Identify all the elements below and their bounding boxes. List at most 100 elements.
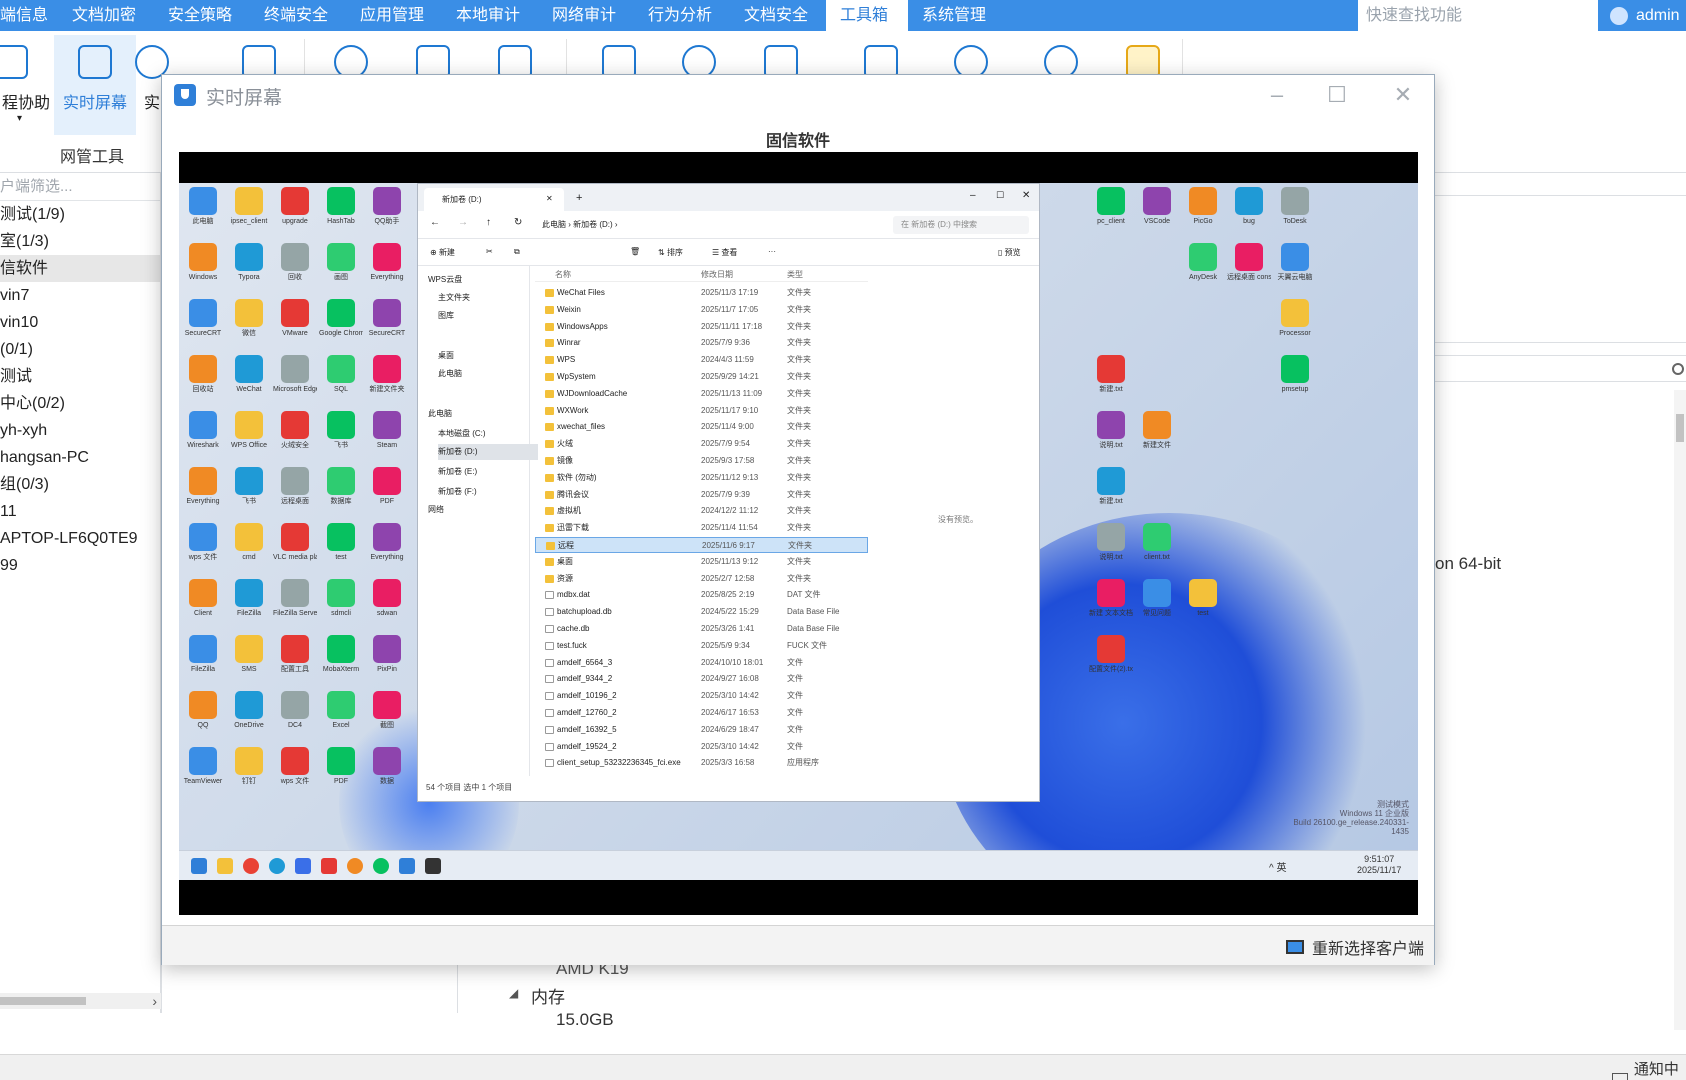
- desktop-icon[interactable]: Client: [181, 579, 225, 618]
- delete-icon[interactable]: 🗑: [630, 247, 640, 256]
- file-row[interactable]: test.fuck 2025/5/9 9:34 FUCK 文件: [535, 638, 868, 654]
- explorer-nav-item[interactable]: 新加卷 (E:): [438, 464, 477, 480]
- file-row[interactable]: amdelf_19524_2 2025/3/10 14:42 文件: [535, 739, 868, 755]
- desktop-icon[interactable]: upgrade: [273, 187, 317, 226]
- desktop-icon[interactable]: TeamViewer: [181, 747, 225, 786]
- nav-item-10[interactable]: 系统管理: [908, 0, 1004, 31]
- nav-item-7[interactable]: 行为分析: [634, 0, 730, 31]
- desktop-icon[interactable]: PicGo: [1181, 187, 1225, 226]
- desktop-icon[interactable]: 画图: [319, 243, 363, 282]
- desktop-icon[interactable]: PDF: [365, 467, 409, 506]
- client-filter-input[interactable]: 户端筛选...: [0, 173, 160, 201]
- tree-item[interactable]: vin10: [0, 309, 160, 336]
- file-row[interactable]: 虚拟机 2024/12/2 11:12 文件夹: [535, 503, 868, 519]
- desktop-icon[interactable]: QQ助手: [365, 187, 409, 226]
- file-row[interactable]: WindowsApps 2025/11/11 17:18 文件夹: [535, 319, 868, 335]
- nav-item-6[interactable]: 网络审计: [538, 0, 634, 31]
- desktop-icon[interactable]: PDF: [319, 747, 363, 786]
- desktop-icon[interactable]: Microsoft Edge: [273, 355, 317, 394]
- explorer-nav-item[interactable]: 此电脑: [438, 366, 462, 382]
- file-row[interactable]: 软件 (勿动) 2025/11/12 9:13 文件夹: [535, 470, 868, 486]
- desktop-icon[interactable]: QQ: [181, 691, 225, 730]
- explorer-tab[interactable]: 新加卷 (D:): [424, 188, 564, 211]
- file-row[interactable]: amdelf_10196_2 2025/3/10 14:42 文件: [535, 688, 868, 704]
- desktop-icon[interactable]: 微信: [227, 299, 271, 338]
- cut-icon[interactable]: ✂: [486, 247, 493, 256]
- file-row[interactable]: WpSystem 2025/9/29 14:21 文件夹: [535, 369, 868, 385]
- file-row[interactable]: 资源 2025/2/7 12:58 文件夹: [535, 571, 868, 587]
- vertical-scrollbar[interactable]: [1674, 390, 1686, 1030]
- dialog-titlebar[interactable]: 实时屏幕 – ☐ ✕: [162, 75, 1434, 115]
- minimize-icon[interactable]: –: [970, 190, 976, 201]
- desktop-icon[interactable]: Typora: [227, 243, 271, 282]
- remote-desktop[interactable]: 此电脑 ipsec_client upgrade HashTab QQ助手 Windows…: [179, 183, 1418, 880]
- desktop-icon[interactable]: 回收: [273, 243, 317, 282]
- desktop-icon[interactable]: ipsec_client: [227, 187, 271, 226]
- tree-item[interactable]: 11: [0, 498, 160, 525]
- search-icon[interactable]: [1672, 363, 1684, 375]
- file-row[interactable]: xwechat_files 2025/11/4 9:00 文件夹: [535, 419, 868, 435]
- explorer-nav-item[interactable]: 图库: [438, 308, 454, 324]
- file-row[interactable]: 桌面 2025/11/13 9:12 文件夹: [535, 554, 868, 570]
- file-row[interactable]: 迅雷下载 2025/11/4 11:54 文件夹: [535, 520, 868, 536]
- close-icon[interactable]: ✕: [1022, 190, 1030, 201]
- explorer-nav-item[interactable]: 本地磁盘 (C:): [438, 426, 486, 442]
- tree-item[interactable]: 信软件: [0, 255, 160, 282]
- file-row[interactable]: WeChat Files 2025/11/3 17:19 文件夹: [535, 285, 868, 301]
- desktop-icon[interactable]: 数据: [365, 747, 409, 786]
- minimize-button[interactable]: –: [1262, 81, 1292, 109]
- file-row[interactable]: batchupload.db 2024/5/22 15:29 Data Base F…: [535, 604, 868, 620]
- tree-item[interactable]: vin7: [0, 282, 160, 309]
- desktop-icon[interactable]: VSCode: [1135, 187, 1179, 226]
- desktop-icon[interactable]: FileZilla: [181, 635, 225, 674]
- desktop-icon[interactable]: sdmcli: [319, 579, 363, 618]
- desktop-icon[interactable]: DC4: [273, 691, 317, 730]
- file-row[interactable]: 镜像 2025/9/3 17:58 文件夹: [535, 453, 868, 469]
- nav-item-8[interactable]: 文档安全: [730, 0, 826, 31]
- desktop-icon[interactable]: Everything: [181, 467, 225, 506]
- desktop-icon[interactable]: WPS Office: [227, 411, 271, 450]
- maximize-icon[interactable]: ☐: [996, 190, 1004, 201]
- file-row[interactable]: Weixin 2025/11/7 17:05 文件夹: [535, 302, 868, 318]
- nav-item-3[interactable]: 终端安全: [250, 0, 346, 31]
- address-bar[interactable]: 此电脑 › 新加卷 (D:) ›: [542, 216, 882, 234]
- wechat-icon[interactable]: [373, 858, 389, 874]
- desktop-icon[interactable]: bug: [1227, 187, 1271, 226]
- preview-button[interactable]: ▯ 预览: [998, 247, 1021, 258]
- col-type[interactable]: 类型: [787, 269, 803, 280]
- nav-item-9[interactable]: 工具箱: [826, 0, 908, 31]
- view-button[interactable]: ☰ 查看: [712, 247, 737, 258]
- new-button[interactable]: ⊕ 新建: [430, 247, 455, 258]
- desktop-icon[interactable]: 远程桌面: [273, 467, 317, 506]
- desktop-icon[interactable]: Google Chrome: [319, 299, 363, 338]
- desktop-icon[interactable]: HashTab: [319, 187, 363, 226]
- desktop-icon[interactable]: 飞书: [227, 467, 271, 506]
- desktop-icon[interactable]: Processor: [1273, 299, 1317, 338]
- file-row[interactable]: amdelf_6564_3 2024/10/10 18:01 文件: [535, 655, 868, 671]
- start-icon[interactable]: [191, 858, 207, 874]
- desktop-icon[interactable]: cmd: [227, 523, 271, 562]
- desktop-icon[interactable]: AnyDesk: [1181, 243, 1225, 282]
- wps-icon[interactable]: [321, 858, 337, 874]
- remote-assist-button[interactable]: 程协助 ▾: [0, 35, 52, 135]
- client-icon[interactable]: [399, 858, 415, 874]
- refresh-icon[interactable]: ↻: [514, 217, 522, 228]
- tree-item[interactable]: hangsan-PC: [0, 444, 160, 471]
- tree-item[interactable]: (0/1): [0, 336, 160, 363]
- desktop-icon[interactable]: 火绒安全: [273, 411, 317, 450]
- desktop-icon[interactable]: sdwan: [365, 579, 409, 618]
- desktop-icon[interactable]: VMware: [273, 299, 317, 338]
- scrollbar-thumb[interactable]: [0, 997, 86, 1005]
- desktop-icon[interactable]: SMS: [227, 635, 271, 674]
- nav-item-4[interactable]: 应用管理: [346, 0, 442, 31]
- explorer-nav-item[interactable]: 桌面: [438, 348, 454, 364]
- explorer-nav-item[interactable]: 新加卷 (D:): [438, 444, 538, 460]
- forward-arrow-icon[interactable]: →: [458, 217, 468, 228]
- file-row[interactable]: amdelf_12760_2 2024/6/17 16:53 文件: [535, 705, 868, 721]
- desktop-icon[interactable]: 新建文件夹: [365, 355, 409, 394]
- desktop-icon[interactable]: FileZilla: [227, 579, 271, 618]
- col-date[interactable]: 修改日期: [701, 269, 733, 280]
- taskbar-clock[interactable]: 9:51:07 2025/11/17: [1357, 854, 1401, 876]
- file-row[interactable]: amdelf_16392_5 2024/6/29 18:47 文件: [535, 722, 868, 738]
- desktop-icon[interactable]: wps 文件: [273, 747, 317, 786]
